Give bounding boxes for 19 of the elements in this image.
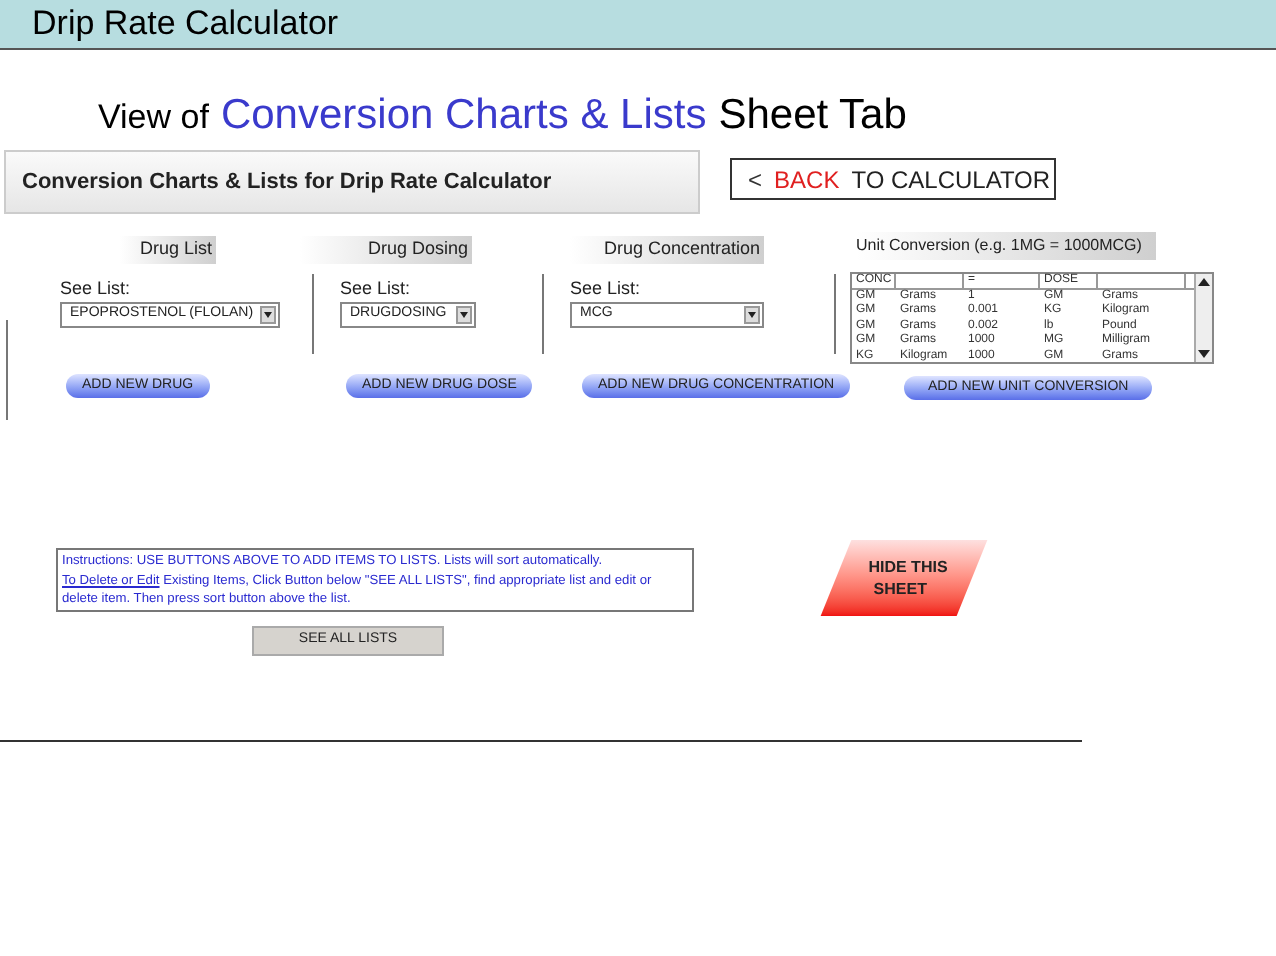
section-heading: Unit Conversion (e.g. 1MG = 1000MCG) bbox=[856, 232, 1156, 260]
sheet-title: Conversion Charts & Lists for Drip Rate Calculator bbox=[22, 167, 552, 198]
subtitle-text: View of bbox=[98, 96, 209, 140]
scrollbar[interactable] bbox=[1194, 274, 1212, 362]
scroll-down-icon[interactable] bbox=[1196, 346, 1212, 362]
scroll-up-icon[interactable] bbox=[1196, 274, 1212, 290]
dropdown-arrow-icon bbox=[744, 306, 760, 324]
see-list-label: See List: bbox=[340, 276, 411, 302]
back-button[interactable]: < BACK TO CALCULATOR bbox=[730, 158, 1056, 200]
dropdown-arrow-icon bbox=[456, 306, 472, 324]
dropdown-arrow-icon bbox=[260, 306, 276, 324]
chevron-icon: < bbox=[748, 161, 763, 197]
see-list-label: See List: bbox=[570, 276, 641, 302]
slide-title: Drip Rate Calculator bbox=[32, 2, 339, 47]
section-heading: Drug List bbox=[120, 236, 216, 264]
see-list-label: See List: bbox=[60, 276, 131, 302]
hide-sheet-button[interactable]: HIDE THIS SHEET bbox=[820, 540, 988, 616]
subtitle-text: Sheet Tab bbox=[718, 90, 907, 142]
subtitle-highlight: Conversion Charts & Lists bbox=[220, 90, 707, 142]
